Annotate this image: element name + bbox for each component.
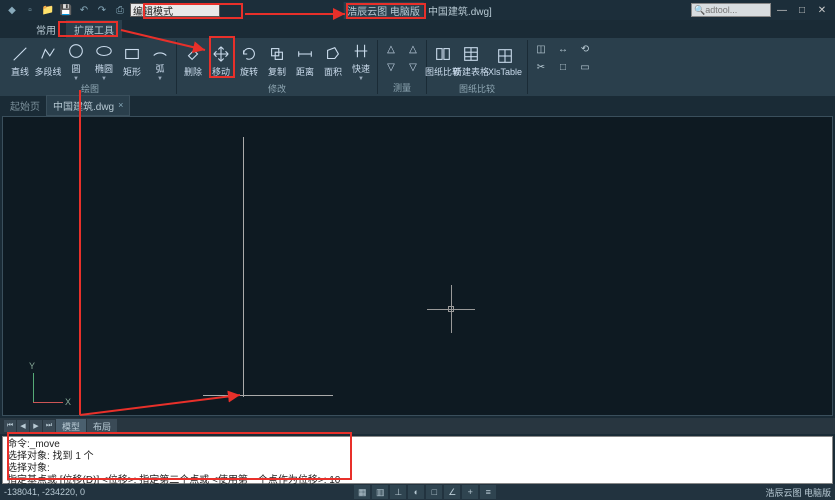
title-bar: ◆ ▫ 📁 💾 ↶ ↷ ⎙ 浩辰云图 电脑版 中国建筑.dwg] 🔍 adtoo… xyxy=(0,0,835,20)
snap-button-4[interactable]: ▽ xyxy=(402,58,424,76)
new-icon[interactable]: ▫ xyxy=(22,2,38,18)
ellipse-icon xyxy=(94,41,114,61)
tool-sm-5[interactable]: □ xyxy=(552,58,574,76)
group-layer-label: 图纸比较 xyxy=(459,82,495,95)
close-button[interactable]: ✕ xyxy=(813,3,831,17)
snap-button-1[interactable]: △ xyxy=(380,40,402,58)
ribbon-tab-bar: 常用 扩展工具 xyxy=(0,20,835,38)
status-bar: -138041, -234220, 0 ▦ ▥ ⊥ ◐ □ ∠ + ≡ 浩辰云图… xyxy=(0,484,835,500)
status-right-label: 浩辰云图 电脑版 xyxy=(765,486,831,499)
print-icon[interactable]: ⎙ xyxy=(112,2,128,18)
sb-track-button[interactable]: ∠ xyxy=(444,485,460,499)
layout-next-button[interactable]: ▶ xyxy=(30,420,42,432)
tool-sm-2[interactable]: ↔ xyxy=(552,40,574,58)
layout-first-button[interactable]: ⏮ xyxy=(4,420,16,432)
sb-ortho-button[interactable]: ⊥ xyxy=(390,485,406,499)
search-box[interactable]: 🔍 adtool... xyxy=(691,3,771,17)
command-window[interactable]: 命令:_move 选择对象: 找到 1 个 选择对象: 指定基点或 [位移(D)… xyxy=(2,436,833,484)
tab-common[interactable]: 常用 xyxy=(28,20,64,39)
drawing-line-vertical xyxy=(243,137,244,397)
file-tab-start[interactable]: 起始页 xyxy=(4,96,46,115)
sb-osnap-button[interactable]: □ xyxy=(426,485,442,499)
copy-icon xyxy=(267,44,287,64)
rotate-button[interactable]: 旋转 xyxy=(235,40,263,82)
drawing-line-horizontal xyxy=(203,395,333,396)
layout-tab-row: ⏮ ◀ ▶ ⏭ 模型 布局 xyxy=(0,418,835,434)
move-button[interactable]: 移动 xyxy=(207,40,235,82)
cursor-pickbox xyxy=(448,306,454,312)
erase-icon xyxy=(183,44,203,64)
minimize-button[interactable]: — xyxy=(773,3,791,17)
tab-extend-tools[interactable]: 扩展工具 xyxy=(66,20,122,39)
undo-icon[interactable]: ↶ xyxy=(76,2,92,18)
snap-button-2[interactable]: △ xyxy=(402,40,424,58)
mode-input[interactable] xyxy=(130,3,220,17)
group-modify-label: 修改 xyxy=(268,82,286,95)
layout-prev-button[interactable]: ◀ xyxy=(17,420,29,432)
tool-sm-3[interactable]: ⟲ xyxy=(574,40,596,58)
quick-icon xyxy=(351,41,371,61)
group-draw-label: 绘图 xyxy=(81,82,99,95)
redo-icon[interactable]: ↷ xyxy=(94,2,110,18)
newtable-button[interactable]: 新建表格 xyxy=(457,40,485,82)
arc-button[interactable]: 弧▼ xyxy=(146,40,174,82)
file-tab-row: 起始页 中国建筑.dwg× xyxy=(0,96,835,114)
erase-button[interactable]: 删除 xyxy=(179,40,207,82)
arc-icon xyxy=(150,41,170,61)
app-icon: ◆ xyxy=(4,2,20,18)
close-tab-icon[interactable]: × xyxy=(118,100,123,110)
drawing-canvas[interactable]: Y X xyxy=(2,116,833,416)
tool-sm-6[interactable]: ▭ xyxy=(574,58,596,76)
layout-tab-model[interactable]: 模型 xyxy=(56,419,86,434)
ellipse-button[interactable]: 椭圆▼ xyxy=(90,40,118,82)
layout-tab-sheet[interactable]: 布局 xyxy=(87,419,117,434)
snap-button-3[interactable]: ▽ xyxy=(380,58,402,76)
sb-lwt-button[interactable]: ≡ xyxy=(480,485,496,499)
area-button[interactable]: 面积 xyxy=(319,40,347,82)
product-label: 浩辰云图 电脑版 xyxy=(343,2,424,19)
line-icon xyxy=(10,44,30,64)
sb-polar-button[interactable]: ◐ xyxy=(408,485,424,499)
sb-grid-button[interactable]: ▥ xyxy=(372,485,388,499)
polyline-icon xyxy=(38,44,58,64)
area-icon xyxy=(323,44,343,64)
circle-button[interactable]: 圆▼ xyxy=(62,40,90,82)
sb-dyn-button[interactable]: + xyxy=(462,485,478,499)
save-icon[interactable]: 💾 xyxy=(58,2,74,18)
status-coords: -138041, -234220, 0 xyxy=(4,487,85,497)
group-measure-label: 测量 xyxy=(393,81,411,94)
rect-icon xyxy=(122,44,142,64)
copy-button[interactable]: 复制 xyxy=(263,40,291,82)
cmd-line-3: 选择对象: xyxy=(7,463,828,475)
distance-icon xyxy=(295,44,315,64)
rect-button[interactable]: 矩形 xyxy=(118,40,146,82)
cmd-line-1: 命令:_move xyxy=(7,439,828,451)
distance-button[interactable]: 距离 xyxy=(291,40,319,82)
line-button[interactable]: 直线 xyxy=(6,40,34,82)
table-icon xyxy=(461,44,481,64)
layout-last-button[interactable]: ⏭ xyxy=(43,420,55,432)
file-tab-active[interactable]: 中国建筑.dwg× xyxy=(46,95,130,116)
circle-icon xyxy=(66,41,86,61)
xlstable-button[interactable]: XlsTable xyxy=(485,40,525,82)
polyline-button[interactable]: 多段线 xyxy=(34,40,62,82)
cmd-line-2: 选择对象: 找到 1 个 xyxy=(7,451,828,463)
file-name-label: 中国建筑.dwg] xyxy=(428,3,492,18)
rotate-icon xyxy=(239,44,259,64)
ribbon: 直线 多段线 圆▼ 椭圆▼ 矩形 弧▼ 绘图 删除 移动 旋转 复制 距离 面积… xyxy=(0,38,835,96)
sb-snap-button[interactable]: ▦ xyxy=(354,485,370,499)
move-icon xyxy=(211,44,231,64)
compare-icon xyxy=(433,44,453,64)
quick-button[interactable]: 快速▼ xyxy=(347,40,375,82)
maximize-button[interactable]: □ xyxy=(793,3,811,17)
tool-sm-4[interactable]: ✂ xyxy=(530,58,552,76)
xls-icon xyxy=(495,46,515,66)
tool-sm-1[interactable]: ◫ xyxy=(530,40,552,58)
open-icon[interactable]: 📁 xyxy=(40,2,56,18)
